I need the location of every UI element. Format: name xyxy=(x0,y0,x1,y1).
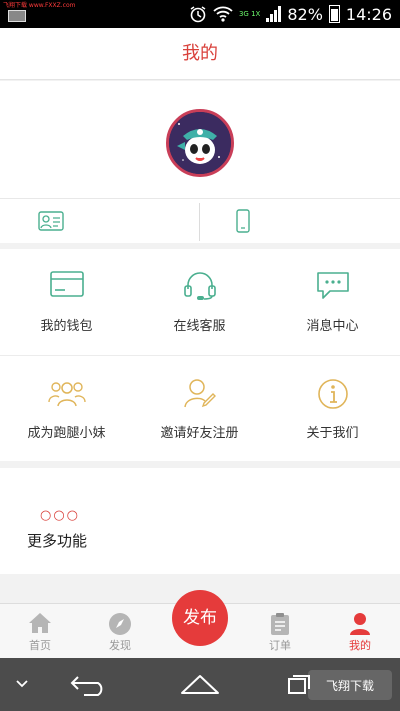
become-runner-button[interactable]: 成为跑腿小妹 xyxy=(0,356,133,462)
signal-icon xyxy=(266,6,282,22)
clipboard-icon xyxy=(271,613,289,635)
publish-button[interactable]: 发布 xyxy=(172,590,228,646)
tab-orders-label: 订单 xyxy=(269,639,291,652)
more-dots-icon: ○○○ xyxy=(40,508,81,523)
tab-mine-label: 我的 xyxy=(349,639,371,652)
tab-discover[interactable]: 发现 xyxy=(80,604,160,659)
become-runner-label: 成为跑腿小妹 xyxy=(27,426,106,441)
system-nav-bar: 飞翔下载 xyxy=(0,658,400,711)
account-info-row xyxy=(0,198,400,243)
id-card-icon[interactable] xyxy=(38,211,64,231)
headset-icon xyxy=(183,272,216,300)
home-nav-icon[interactable] xyxy=(180,673,220,695)
message-center-label: 消息中心 xyxy=(306,319,359,334)
chevron-down-icon[interactable] xyxy=(16,680,28,688)
tab-mine[interactable]: 我的 xyxy=(320,604,400,659)
home-icon xyxy=(29,613,51,633)
image-notification-icon xyxy=(8,10,26,22)
network-type: 3G 1X xyxy=(238,9,261,18)
recent-apps-icon[interactable] xyxy=(288,675,310,695)
watermark-text: 飞翔下载 www.FXXZ.com xyxy=(3,2,76,9)
invite-friends-button[interactable]: 邀请好友注册 xyxy=(133,356,266,462)
back-icon[interactable] xyxy=(70,674,108,696)
user-edit-icon xyxy=(183,379,216,408)
about-us-button[interactable]: 关于我们 xyxy=(266,356,399,462)
tab-orders[interactable]: 订单 xyxy=(240,604,320,659)
divider xyxy=(199,203,200,241)
wifi-icon xyxy=(213,6,233,22)
wallet-label: 我的钱包 xyxy=(40,319,93,334)
more-functions-label: 更多功能 xyxy=(27,532,88,550)
tab-home-label: 首页 xyxy=(29,639,51,652)
battery-icon xyxy=(328,5,340,23)
alarm-icon xyxy=(190,6,206,23)
chat-bubble-icon xyxy=(316,272,349,299)
watermark-logo: 飞翔下载 xyxy=(308,670,392,700)
wallet-icon xyxy=(49,271,84,297)
avatar[interactable] xyxy=(166,109,234,177)
page-title: 我的 xyxy=(0,28,400,80)
battery-percent: 82% xyxy=(287,4,323,24)
function-grid: 我的钱包 在线客服 消息中心 成为跑腿小妹 邀请好友注册 关于我们 xyxy=(0,249,400,461)
about-us-label: 关于我们 xyxy=(306,426,359,441)
pirate-panda-avatar-icon xyxy=(169,112,231,174)
tab-home[interactable]: 首页 xyxy=(0,604,80,659)
customer-service-button[interactable]: 在线客服 xyxy=(133,249,266,355)
compass-icon xyxy=(109,613,131,635)
clock: 14:26 xyxy=(345,4,392,24)
info-icon xyxy=(317,379,348,409)
more-functions[interactable]: ○○○ 更多功能 xyxy=(0,468,400,574)
profile-section xyxy=(0,81,400,198)
wallet-button[interactable]: 我的钱包 xyxy=(0,249,133,355)
user-icon xyxy=(350,613,370,635)
status-bar: 飞翔下载 www.FXXZ.com 3G 1X 82% 14:26 xyxy=(0,0,400,28)
tab-discover-label: 发现 xyxy=(109,639,131,652)
customer-service-label: 在线客服 xyxy=(173,319,226,334)
message-center-button[interactable]: 消息中心 xyxy=(266,249,399,355)
phone-icon[interactable] xyxy=(236,209,250,233)
invite-friends-label: 邀请好友注册 xyxy=(160,426,239,441)
people-icon xyxy=(47,382,86,407)
